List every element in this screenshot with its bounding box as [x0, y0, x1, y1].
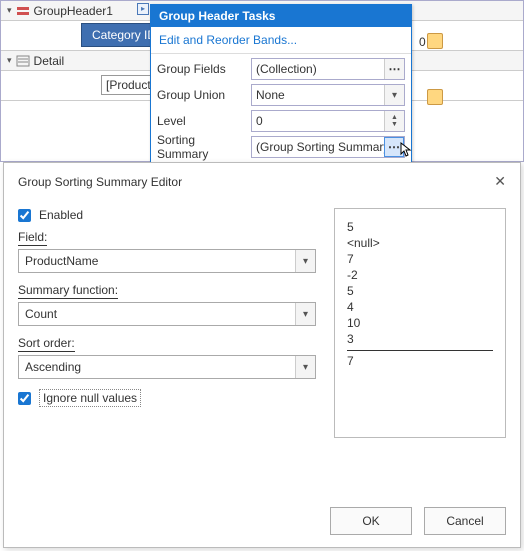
checkbox-input[interactable]	[18, 209, 31, 222]
combo-value: ProductName	[25, 254, 98, 268]
field-value: (Group Sorting Summary)	[256, 140, 393, 154]
band-label: GroupHeader1	[34, 4, 113, 18]
dialog-title: Group Sorting Summary Editor	[18, 175, 182, 189]
band-icon	[16, 54, 30, 68]
field-list-icon[interactable]	[427, 89, 443, 105]
summary-function-combo[interactable]: Count	[18, 302, 316, 326]
band-label: Detail	[34, 54, 65, 68]
preview-item: 4	[347, 299, 493, 315]
dropdown-button[interactable]	[295, 303, 315, 325]
row-group-fields: Group Fields (Collection)	[157, 56, 405, 82]
field-combo[interactable]: ProductName	[18, 249, 316, 273]
ignore-nulls-checkbox[interactable]: Ignore null values	[18, 389, 316, 407]
ok-button[interactable]: OK	[330, 507, 412, 535]
checkbox-label: Enabled	[39, 208, 83, 222]
preview-item: <null>	[347, 235, 493, 251]
dropdown-button[interactable]	[295, 356, 315, 378]
group-header-tasks-popup: Group Header Tasks Edit and Reorder Band…	[150, 4, 412, 167]
row-level: Level 0 ▲▼	[157, 108, 405, 134]
sort-order-label: Sort order:	[18, 336, 316, 352]
summary-function-label: Summary function:	[18, 283, 316, 299]
preview-item: 5	[347, 283, 493, 299]
preview-divider	[347, 350, 493, 351]
band-icon	[16, 4, 30, 18]
field-list-icon[interactable]	[427, 33, 443, 49]
combo-value: Count	[25, 307, 57, 321]
ellipsis-button[interactable]	[384, 137, 404, 157]
field-value: 0	[256, 114, 263, 128]
preview-item: -2	[347, 267, 493, 283]
field-value: None	[256, 88, 285, 102]
checkbox-input[interactable]	[18, 392, 31, 405]
preview-item: 7	[347, 251, 493, 267]
combo-value: Ascending	[25, 360, 81, 374]
collapse-icon: ▾	[7, 55, 12, 66]
group-union-input[interactable]: None	[251, 84, 405, 106]
preview-item: 5	[347, 219, 493, 235]
group-sorting-summary-editor: Group Sorting Summary Editor ✕ Enabled F…	[3, 162, 521, 548]
checkbox-label: Ignore null values	[39, 389, 141, 407]
preview-values: 5 <null> 7 -2 5 4 10 3	[347, 219, 493, 347]
cancel-button[interactable]: Cancel	[424, 507, 506, 535]
smart-tag-icon[interactable]: ▸	[137, 3, 149, 15]
preview-item: 3	[347, 331, 493, 347]
field-label: Field:	[18, 230, 316, 246]
dialog-titlebar: Group Sorting Summary Editor ✕	[4, 163, 520, 200]
preview-item: 10	[347, 315, 493, 331]
side-value: 0	[419, 35, 426, 49]
sort-order-combo[interactable]: Ascending	[18, 355, 316, 379]
dropdown-button[interactable]	[295, 250, 315, 272]
prop-label: Level	[157, 114, 247, 128]
dialog-buttons: OK Cancel	[330, 507, 506, 535]
spinner-buttons[interactable]: ▲▼	[384, 111, 404, 131]
popup-title: Group Header Tasks	[151, 5, 411, 27]
level-input[interactable]: 0 ▲▼	[251, 110, 405, 132]
prop-label: Group Union	[157, 88, 247, 102]
preview-result: 7	[347, 354, 493, 368]
prop-label: Sorting Summary	[157, 133, 247, 161]
row-group-union: Group Union None	[157, 82, 405, 108]
edit-reorder-bands-link[interactable]: Edit and Reorder Bands...	[151, 27, 411, 53]
ellipsis-button[interactable]	[384, 59, 404, 79]
field-value: (Collection)	[256, 62, 317, 76]
sorting-summary-input[interactable]: (Group Sorting Summary)	[251, 136, 405, 158]
field-text: [Product	[106, 78, 151, 92]
close-button[interactable]: ✕	[494, 173, 506, 190]
collapse-icon: ▾	[7, 5, 12, 16]
group-fields-input[interactable]: (Collection)	[251, 58, 405, 80]
editor-form: Enabled Field: ProductName Summary funct…	[18, 208, 316, 438]
preview-panel: 5 <null> 7 -2 5 4 10 3 7	[334, 208, 506, 438]
prop-label: Group Fields	[157, 62, 247, 76]
dropdown-button[interactable]	[384, 85, 404, 105]
enabled-checkbox[interactable]: Enabled	[18, 208, 316, 222]
tasks-properties: Group Fields (Collection) Group Union No…	[151, 54, 411, 166]
row-sorting-summary: Sorting Summary (Group Sorting Summary)	[157, 134, 405, 160]
